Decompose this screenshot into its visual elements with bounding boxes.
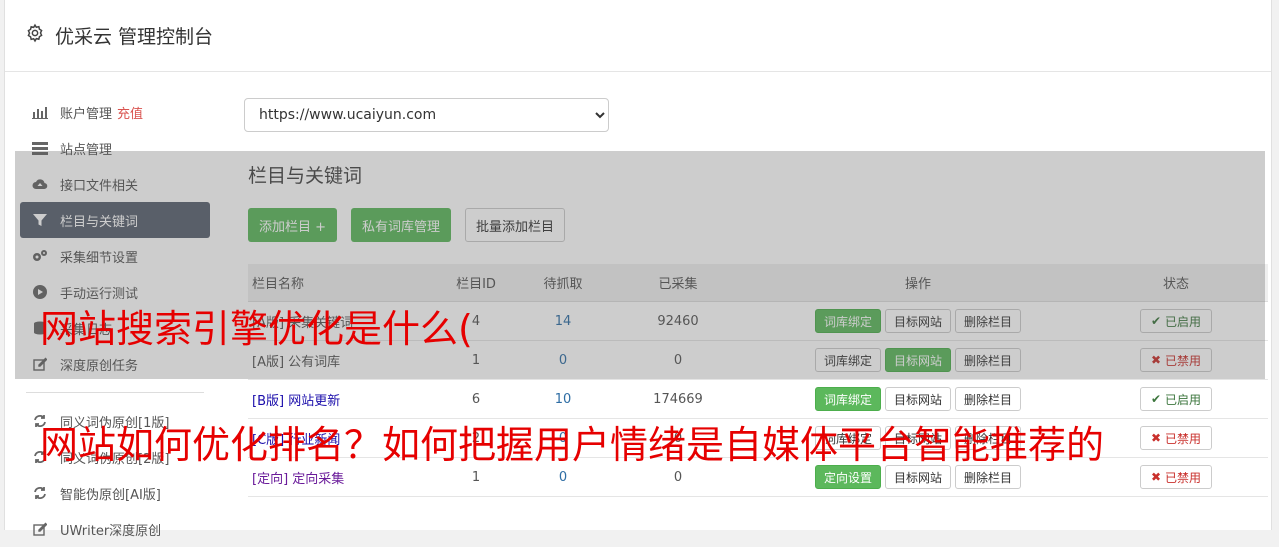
- sidebar-item-ai-original[interactable]: 智能伪原创[AI版]: [20, 475, 210, 511]
- header-status: 状态: [1162, 277, 1189, 292]
- column-pending[interactable]: 0: [522, 470, 604, 485]
- site-select[interactable]: https://www.ucaiyun.com: [244, 98, 609, 132]
- column-id: 6: [471, 391, 481, 407]
- sidebar-item-interface[interactable]: 接口文件相关: [20, 166, 210, 202]
- row-ops: 词库绑定 目标网站 删除栏目: [752, 348, 1084, 372]
- column-pending[interactable]: 14: [522, 314, 604, 329]
- sidebar-item-label: 站点管理: [60, 142, 113, 158]
- cogs-icon: [32, 248, 48, 264]
- dictionary-bind-button[interactable]: 词库绑定: [814, 348, 881, 372]
- column-pending[interactable]: 0: [522, 353, 604, 368]
- edit-icon: [32, 521, 48, 537]
- edit-icon: [32, 356, 48, 372]
- close-icon: ✖: [1150, 431, 1162, 445]
- sidebar-item-label: 栏目与关键词: [60, 214, 139, 230]
- top-header: 优采云 管理控制台: [5, 0, 1271, 72]
- status-label: 已禁用: [1165, 470, 1202, 485]
- target-site-button[interactable]: 目标网站: [884, 309, 951, 333]
- gear-icon: [27, 23, 43, 43]
- sidebar-item-uwriter[interactable]: UWriter深度原创: [20, 511, 210, 547]
- sidebar-item-columns[interactable]: 栏目与关键词: [20, 202, 210, 238]
- batch-add-button[interactable]: 批量添加栏目: [465, 208, 566, 242]
- header-collected: 已采集: [658, 277, 698, 292]
- table-header: 栏目名称 栏目ID 待抓取 已采集 操作 状态: [248, 264, 1268, 302]
- row-status: ✖ 已禁用: [1084, 348, 1268, 372]
- header-id: 栏目ID: [456, 277, 496, 292]
- sidebar-item-collect-settings[interactable]: 采集细节设置: [20, 238, 210, 274]
- row-ops: 词库绑定 目标网站 删除栏目: [752, 309, 1084, 333]
- sidebar-item-label: 采集细节设置: [60, 250, 139, 266]
- status-toggle[interactable]: ✖ 已禁用: [1140, 348, 1212, 372]
- check-icon: ✔: [1150, 392, 1162, 406]
- status-toggle[interactable]: ✔ 已启用: [1140, 309, 1212, 333]
- sidebar-item-label: 账户管理: [60, 106, 113, 122]
- column-name: [A版] 公有词库: [252, 354, 341, 370]
- action-buttons: 添加栏目 + 私有词库管理 批量添加栏目: [248, 208, 566, 242]
- status-toggle[interactable]: ✖ 已禁用: [1140, 426, 1212, 450]
- sidebar-item-label: 智能伪原创[AI版]: [60, 487, 161, 503]
- delete-column-button[interactable]: 删除栏目: [955, 348, 1022, 372]
- filter-icon: [32, 212, 48, 228]
- header-name: 栏目名称: [252, 277, 305, 292]
- target-site-button[interactable]: 目标网站: [884, 348, 951, 372]
- close-icon: ✖: [1150, 353, 1162, 367]
- row-status: ✖ 已禁用: [1084, 465, 1268, 489]
- sidebar-item-account[interactable]: 账户管理 充值: [20, 94, 210, 130]
- refresh-icon: [32, 485, 48, 501]
- sidebar-item-label: 深度原创任务: [60, 358, 139, 374]
- check-icon: ✔: [1150, 314, 1162, 328]
- status-label: 已禁用: [1165, 431, 1202, 446]
- dictionary-bind-button[interactable]: 词库绑定: [814, 309, 881, 333]
- watermark-line-2: 网站如何优化排名？如何把握用户情绪是自媒体平台智能推荐的: [40, 423, 1105, 467]
- delete-column-button[interactable]: 删除栏目: [955, 309, 1022, 333]
- sidebar-item-label: 接口文件相关: [60, 178, 139, 194]
- column-pending[interactable]: 10: [522, 392, 604, 407]
- console-title: 优采云 管理控制台: [55, 26, 214, 48]
- column-collected: 174669: [653, 391, 703, 407]
- cloud-upload-icon: [32, 176, 48, 192]
- server-icon: [32, 140, 48, 156]
- section-title: 栏目与关键词: [248, 165, 363, 187]
- column-collected: 0: [673, 352, 683, 368]
- sidebar-item-label: UWriter深度原创: [60, 523, 162, 539]
- header-ops: 操作: [904, 277, 931, 292]
- status-label: 已启用: [1165, 314, 1202, 329]
- column-name[interactable]: [定向] 定向采集: [248, 468, 430, 487]
- watermark-line-1: 网站搜索引擎优化是什么(: [40, 307, 473, 351]
- header-pending: 待抓取: [543, 277, 583, 292]
- add-column-button[interactable]: 添加栏目 +: [248, 208, 338, 242]
- main-content: https://www.ucaiyun.com: [244, 98, 1264, 132]
- column-id: 1: [471, 469, 481, 485]
- row-status: ✔ 已启用: [1084, 387, 1268, 411]
- sidebar-item-sites[interactable]: 站点管理: [20, 130, 210, 166]
- status-label: 已启用: [1165, 392, 1202, 407]
- sidebar-divider: [26, 392, 204, 393]
- target-site-button[interactable]: 目标网站: [884, 387, 951, 411]
- column-collected: 92460: [657, 313, 699, 329]
- row-status: ✔ 已启用: [1084, 309, 1268, 333]
- status-toggle[interactable]: ✔ 已启用: [1140, 387, 1212, 411]
- delete-column-button[interactable]: 删除栏目: [955, 387, 1022, 411]
- recharge-link[interactable]: 充值: [117, 103, 143, 122]
- column-name[interactable]: [B版] 网站更新: [248, 390, 430, 409]
- dictionary-bind-button[interactable]: 词库绑定: [814, 387, 881, 411]
- column-collected: 0: [673, 469, 683, 485]
- bar-chart-icon: [32, 104, 48, 120]
- row-status: ✖ 已禁用: [1084, 426, 1268, 450]
- column-id: 1: [471, 352, 481, 368]
- row-ops: 词库绑定 目标网站 删除栏目: [752, 387, 1084, 411]
- private-dictionary-button[interactable]: 私有词库管理: [351, 208, 452, 242]
- status-toggle[interactable]: ✖ 已禁用: [1140, 465, 1212, 489]
- status-label: 已禁用: [1165, 353, 1202, 368]
- close-icon: ✖: [1150, 470, 1162, 484]
